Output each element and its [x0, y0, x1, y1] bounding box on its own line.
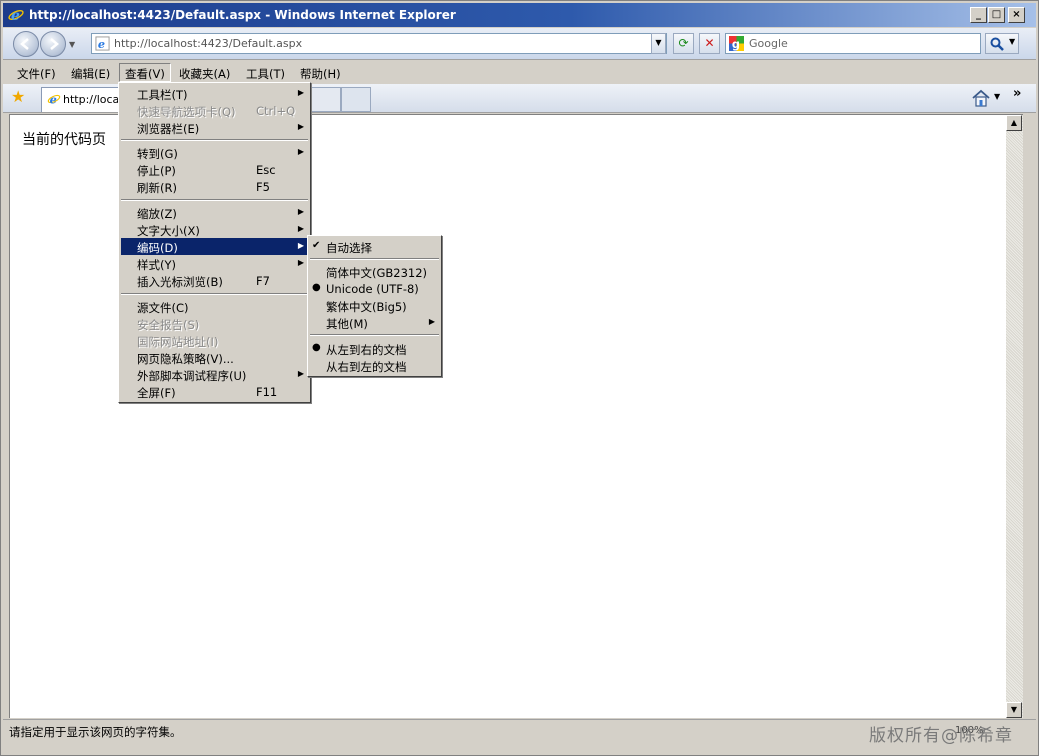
menu-bar: 文件(F) 编辑(E) 查看(V) 收藏夹(A) 工具(T) 帮助(H) — [3, 61, 1036, 83]
content-text: 当前的代码页 — [22, 132, 106, 148]
encoding-ltr-item[interactable]: ● 从左到右的文档 — [310, 340, 439, 357]
view-encoding-item[interactable]: 编码(D) ▶ — [121, 238, 308, 255]
scroll-down-button[interactable]: ▼ — [1006, 702, 1022, 718]
tab-title: http://localhost:4423/Default.aspx — [63, 93, 120, 106]
radio-dot-icon: ● — [312, 282, 321, 293]
recent-pages-chevron-down-icon[interactable]: ▼ — [69, 40, 75, 49]
tab-strip-spacer — [311, 87, 341, 112]
view-zoom-item[interactable]: 缩放(Z) ▶ — [121, 204, 308, 221]
back-button[interactable] — [13, 31, 39, 57]
address-dropdown-button[interactable]: ▼ — [651, 33, 666, 54]
menu-separator — [121, 139, 308, 141]
svg-text:e: e — [11, 8, 20, 23]
refresh-button[interactable]: ⟳ — [673, 33, 694, 54]
view-fullscreen-item[interactable]: 全屏(F) F11 — [121, 383, 308, 400]
magnifier-icon — [990, 37, 1004, 51]
stop-button[interactable]: ✕ — [699, 33, 720, 54]
encoding-rtl-item[interactable]: 从右到左的文档 — [310, 357, 439, 374]
view-intl-address-item: 国际网站地址(I) — [137, 335, 219, 349]
radio-dot-icon: ● — [312, 342, 321, 353]
view-text-size-item[interactable]: 文字大小(X) ▶ — [121, 221, 308, 238]
menu-separator — [121, 293, 308, 295]
view-caret-browsing-item[interactable]: 插入光标浏览(B) F7 — [121, 272, 308, 289]
new-tab-button[interactable] — [341, 87, 371, 112]
check-icon: ✔ — [312, 240, 321, 251]
vertical-scrollbar[interactable]: ▲ ▼ — [1006, 114, 1023, 718]
view-source-item[interactable]: 源文件(C) — [121, 298, 308, 315]
menu-separator — [310, 334, 439, 336]
view-stop-item[interactable]: 停止(P) Esc — [121, 161, 308, 178]
back-arrow-icon — [20, 38, 29, 50]
submenu-arrow-icon: ▶ — [428, 317, 435, 326]
submenu-arrow-icon: ▶ — [297, 122, 304, 131]
submenu-arrow-icon: ▶ — [297, 224, 304, 233]
menu-separator — [121, 199, 308, 201]
home-options-chevron-down-icon[interactable]: ▼ — [994, 92, 1000, 101]
view-menu: 工具栏(T) ▶ 快速导航选项卡(Q) Ctrl+Q 浏览器栏(E) ▶ 转到(G) ▶… — [118, 82, 311, 403]
browser-tab[interactable]: e http://localhost:4423/Default.aspx — [41, 87, 121, 112]
minimize-button[interactable]: _ — [970, 7, 987, 23]
submenu-arrow-icon: ▶ — [297, 241, 304, 250]
search-placeholder: Google — [749, 37, 788, 50]
menu-separator — [310, 258, 439, 260]
submenu-arrow-icon: ▶ — [297, 207, 304, 216]
home-icon[interactable] — [971, 89, 991, 107]
address-input[interactable]: e http://localhost:4423/Default.aspx — [91, 33, 667, 54]
menu-favorites[interactable]: 收藏夹(A) — [173, 63, 236, 82]
svg-text:e: e — [98, 37, 105, 51]
maximize-button[interactable]: □ — [988, 7, 1005, 23]
encoding-submenu: ✔ 自动选择 简体中文(GB2312) ● Unicode (UTF-8) 繁体中文… — [307, 235, 442, 377]
encoding-more-item[interactable]: 其他(M) ▶ — [310, 314, 439, 331]
view-privacy-policy-item[interactable]: 网页隐私策略(V)... — [121, 349, 308, 366]
more-tools-chevron-icon[interactable]: » — [1013, 86, 1021, 101]
address-toolbar: ▼ e http://localhost:4423/Default.aspx ▼… — [3, 28, 1036, 60]
svg-text:g: g — [732, 38, 740, 51]
svg-text:e: e — [50, 92, 57, 106]
search-input[interactable]: g Google — [725, 33, 981, 54]
status-text: 请指定用于显示该网页的字符集。 — [9, 725, 182, 739]
scroll-up-button[interactable]: ▲ — [1006, 115, 1022, 131]
menu-file[interactable]: 文件(F) — [11, 63, 62, 82]
submenu-arrow-icon: ▶ — [297, 258, 304, 267]
view-security-report-item: 安全报告(S) — [137, 318, 200, 332]
menu-view[interactable]: 查看(V) — [119, 63, 171, 82]
google-icon: g — [729, 36, 744, 51]
submenu-arrow-icon: ▶ — [297, 147, 304, 156]
stop-x-icon: ✕ — [704, 36, 715, 50]
search-options-chevron-down-icon[interactable]: ▼ — [1009, 37, 1015, 46]
ie-logo-icon: e — [8, 8, 24, 23]
copyright-watermark: 版权所有@陈希章 — [869, 726, 1013, 746]
favorites-star-icon[interactable]: ★ — [11, 89, 25, 105]
submenu-arrow-icon: ▶ — [297, 369, 304, 378]
window-title: http://localhost:4423/Default.aspx - Win… — [29, 8, 456, 22]
close-button[interactable]: × — [1008, 7, 1025, 23]
encoding-big5-item[interactable]: 繁体中文(Big5) — [310, 297, 439, 314]
submenu-arrow-icon: ▶ — [297, 88, 304, 97]
encoding-gb2312-item[interactable]: 简体中文(GB2312) — [310, 263, 439, 280]
view-quick-tabs-item: 快速导航选项卡(Q) Ctrl+Q — [137, 104, 296, 119]
encoding-auto-select-item[interactable]: ✔ 自动选择 — [310, 238, 439, 255]
tab-ie-icon: e — [47, 92, 61, 106]
page-ie-icon: e — [95, 36, 110, 51]
title-bar[interactable]: e http://localhost:4423/Default.aspx - W… — [3, 3, 1036, 27]
encoding-utf8-item[interactable]: ● Unicode (UTF-8) — [310, 280, 439, 297]
view-script-debugger-item[interactable]: 外部脚本调试程序(U) ▶ — [121, 366, 308, 383]
menu-edit[interactable]: 编辑(E) — [65, 63, 116, 82]
forward-arrow-icon — [50, 38, 59, 50]
search-button[interactable]: ▼ — [985, 33, 1019, 54]
view-style-item[interactable]: 样式(Y) ▶ — [121, 255, 308, 272]
view-goto-item[interactable]: 转到(G) ▶ — [121, 144, 308, 161]
address-url: http://localhost:4423/Default.aspx — [114, 37, 303, 50]
browser-window: e http://localhost:4423/Default.aspx - W… — [0, 0, 1039, 756]
view-explorer-bars-item[interactable]: 浏览器栏(E) ▶ — [121, 119, 308, 136]
menu-help[interactable]: 帮助(H) — [294, 63, 347, 82]
view-refresh-item[interactable]: 刷新(R) F5 — [121, 178, 308, 195]
view-toolbars-item[interactable]: 工具栏(T) ▶ — [121, 85, 308, 102]
forward-button[interactable] — [40, 31, 66, 57]
menu-tools[interactable]: 工具(T) — [240, 63, 291, 82]
refresh-icon: ⟳ — [678, 36, 689, 50]
